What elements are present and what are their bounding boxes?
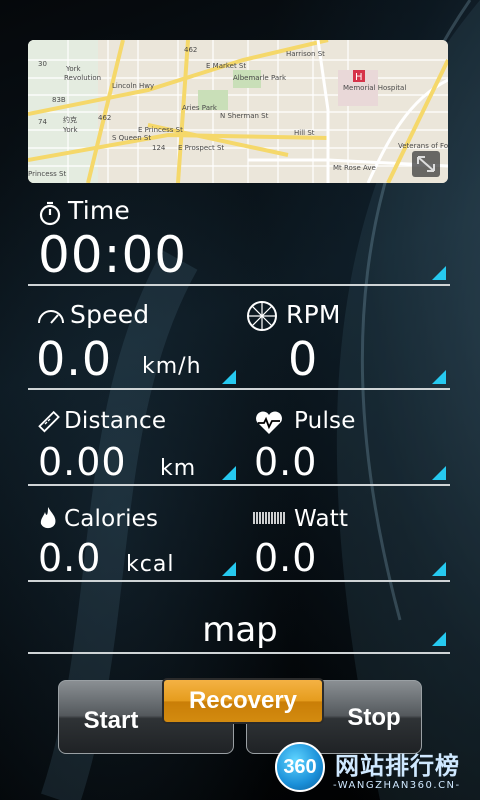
mode-corner-indicator[interactable] <box>432 632 446 646</box>
distance-label: Distance <box>64 408 167 434</box>
map-label: Aries Park <box>182 104 218 112</box>
watt-corner-indicator[interactable] <box>432 562 446 576</box>
calories-unit: kcal <box>126 552 175 577</box>
rpm-value: 0 <box>288 332 319 386</box>
distance-unit: km <box>160 456 197 481</box>
heart-pulse-icon <box>256 411 282 434</box>
map-label: 74 <box>38 118 47 126</box>
speed-unit: km/h <box>142 354 202 379</box>
map-label: Albemarle Park <box>233 74 287 82</box>
map-view[interactable]: H York Revolution Lincoln Hwy E Market S… <box>28 40 448 183</box>
map-label: N Sherman St <box>220 112 269 120</box>
distance-value: 0.00 <box>38 440 127 484</box>
map-label: 83B <box>52 96 66 104</box>
ruler-icon <box>38 410 60 433</box>
display-mode-selector[interactable]: map <box>0 610 480 650</box>
map-label: 30 <box>38 60 47 68</box>
map-label: 124 <box>152 144 166 152</box>
map-label: 约克 <box>63 115 77 124</box>
map-label: E Princess St <box>138 126 183 134</box>
flame-icon <box>40 507 56 529</box>
recovery-label: Recovery <box>188 687 298 714</box>
stopwatch-icon <box>39 201 61 226</box>
watermark: 360 网站排行榜 -WANGZHAN360.CN- <box>275 740 480 800</box>
map-label: S Queen St <box>112 134 151 142</box>
map-label: Harrison St <box>286 50 325 58</box>
divider <box>28 580 450 582</box>
map-label: Princess St <box>28 170 66 178</box>
speedometer-icon <box>38 310 64 324</box>
rpm-label: RPM <box>286 300 341 329</box>
expand-icon <box>417 156 435 172</box>
start-label: Start <box>83 707 139 734</box>
map-label: Mt Rose Ave <box>333 164 376 172</box>
map-label: Veterans of Foreign <box>398 142 448 150</box>
stop-label: Stop <box>347 704 401 731</box>
hospital-marker: H <box>355 72 363 83</box>
divider <box>28 484 450 486</box>
map-label: 462 <box>184 46 197 54</box>
watermark-domain: -WANGZHAN360.CN- <box>333 780 461 791</box>
divider <box>28 652 450 654</box>
time-value: 00:00 <box>38 226 188 284</box>
map-label: 462 <box>98 114 111 122</box>
pulse-corner-indicator[interactable] <box>432 466 446 480</box>
pulse-value: 0.0 <box>254 440 318 484</box>
map-label: E Market St <box>206 62 246 70</box>
map-label: York <box>65 65 82 73</box>
power-bars-icon <box>253 512 285 524</box>
rpm-corner-indicator[interactable] <box>432 370 446 384</box>
map-expand-button[interactable] <box>412 151 440 177</box>
speed-value: 0.0 <box>36 332 113 386</box>
map-label: Hill St <box>294 129 315 137</box>
map-label: Lincoln Hwy <box>112 82 154 90</box>
calories-label: Calories <box>64 506 159 532</box>
time-corner-indicator[interactable] <box>432 266 446 280</box>
watermark-badge: 360 <box>275 742 325 792</box>
map-label: E Prospect St <box>178 144 224 152</box>
time-label: Time <box>68 196 130 225</box>
watt-label: Watt <box>294 506 349 532</box>
map-label: York <box>62 126 79 134</box>
speed-label: Speed <box>70 300 150 329</box>
map-label: Revolution <box>64 74 101 82</box>
divider <box>28 388 450 390</box>
recovery-button[interactable]: Recovery <box>162 678 324 724</box>
watt-value: 0.0 <box>254 536 318 580</box>
distance-corner-indicator[interactable] <box>222 466 236 480</box>
wheel-icon <box>247 301 277 331</box>
watermark-title: 网站排行榜 <box>335 752 460 780</box>
calories-corner-indicator[interactable] <box>222 562 236 576</box>
map-label: Memorial Hospital <box>343 84 406 92</box>
divider <box>28 284 450 286</box>
calories-value: 0.0 <box>38 536 102 580</box>
pulse-label: Pulse <box>294 408 356 434</box>
speed-corner-indicator[interactable] <box>222 370 236 384</box>
